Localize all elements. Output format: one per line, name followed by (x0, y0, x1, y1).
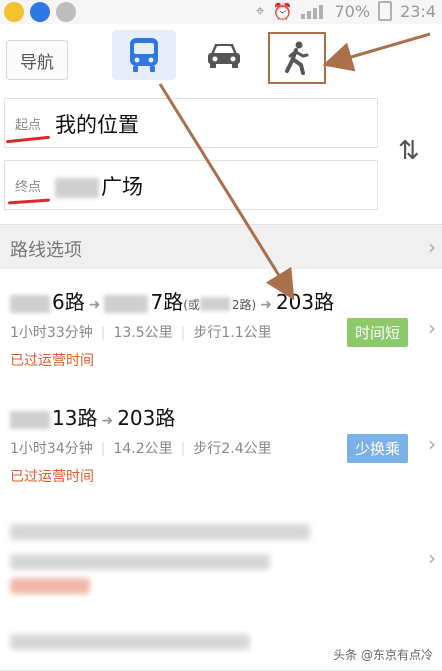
route-badge: 时间短 (346, 318, 408, 347)
tab-bus[interactable] (112, 30, 176, 80)
blurred-text (10, 524, 310, 540)
end-field[interactable]: 终点 广场 (4, 160, 378, 210)
route-options-title: 路线选项 (10, 240, 82, 261)
location-icon: ⌖ (255, 1, 265, 20)
watermark: 头条 @东京有点冷 (330, 645, 436, 664)
back-button[interactable]: 导航 (6, 40, 68, 80)
transport-nav: 导航 (0, 24, 442, 88)
app-notification-icon (30, 2, 50, 22)
blurred-text (55, 178, 99, 198)
arrow-right-icon: ➜ (88, 297, 101, 313)
chevron-right-icon: › (428, 546, 436, 570)
route-meta: 1小时33分钟 | 13.5公里 | 步行1.1公里 (10, 325, 272, 341)
end-tag: 终点 (15, 180, 42, 195)
start-value: 我的位置 (55, 113, 139, 137)
status-right: ⌖ ⏰ 70% 23:4 (256, 1, 436, 21)
route-meta: 1小时34分钟 | 14.2公里 | 步行2.4公里 (10, 441, 272, 457)
route-segment: 203路 (117, 406, 176, 430)
route-alt-suffix: 2路) (231, 298, 257, 312)
arrow-right-icon: ➜ (101, 413, 114, 429)
route-item[interactable]: 13路 ➜ 203路 1小时34分钟 | 14.2公里 | 步行2.4公里 已过运营时间 少… (0, 386, 442, 503)
tab-walk[interactable] (268, 32, 326, 84)
status-left-icons (4, 2, 76, 22)
walk-icon (285, 41, 309, 75)
route-alt-open: (或 (183, 298, 200, 312)
back-label: 导航 (20, 52, 54, 73)
blurred-text (104, 294, 149, 313)
route-distance: 13.5公里 (113, 325, 173, 341)
route-badge: 少换乘 (346, 434, 408, 463)
blurred-text (10, 554, 270, 570)
chevron-right-icon: › (428, 316, 436, 340)
chevron-right-icon: › (428, 235, 436, 259)
route-notice: 已过运营时间 (10, 353, 94, 369)
bus-icon (130, 38, 158, 72)
route-segment: 7路 (150, 290, 184, 314)
alarm-icon: ⏰ (272, 1, 293, 21)
clock: 23:4 (400, 1, 436, 21)
route-walk: 步行1.1公里 (193, 325, 272, 341)
app-notification-icon (56, 2, 76, 22)
chevron-right-icon: › (428, 432, 436, 456)
blurred-text (10, 410, 50, 429)
signal-icon (300, 3, 327, 19)
route-lines: 13路 ➜ 203路 (10, 402, 175, 431)
route-segment: 13路 (52, 406, 98, 430)
route-segment: 6路 (52, 290, 85, 314)
route-duration: 1小时33分钟 (10, 325, 93, 341)
start-tag: 起点 (15, 118, 42, 133)
end-value-row: 广场 (55, 171, 143, 201)
route-lines: 6路 ➜ 7路(或 2路) ➜ 203路 (10, 286, 334, 315)
end-value: 广场 (101, 175, 143, 199)
status-bar: ⌖ ⏰ 70% 23:4 (0, 0, 442, 24)
route-item[interactable]: 6路 ➜ 7路(或 2路) ➜ 203路 1小时33分钟 | 13.5公里 | 步行1.1公里 已… (0, 270, 442, 387)
route-segment: 203路 (275, 290, 335, 314)
tab-car[interactable] (192, 30, 256, 80)
start-field[interactable]: 起点 我的位置 (4, 98, 378, 148)
arrow-right-icon: ➜ (260, 297, 272, 313)
route-duration: 1小时34分钟 (10, 441, 93, 457)
blurred-text (10, 294, 50, 313)
route-walk: 步行2.4公里 (193, 441, 272, 457)
car-icon (208, 44, 240, 68)
blurred-text (199, 296, 230, 311)
route-distance: 14.2公里 (113, 441, 173, 457)
battery-icon (378, 1, 393, 21)
route-item-blurred[interactable]: › (0, 502, 442, 611)
blurred-text (10, 634, 250, 650)
swap-icon[interactable]: ⇅ (398, 136, 420, 166)
route-options-header[interactable]: 路线选项 › (0, 224, 442, 269)
route-notice: 已过运营时间 (10, 469, 94, 485)
app-notification-icon (4, 2, 24, 22)
battery-percent: 70% (334, 1, 371, 21)
blurred-text (10, 578, 90, 594)
